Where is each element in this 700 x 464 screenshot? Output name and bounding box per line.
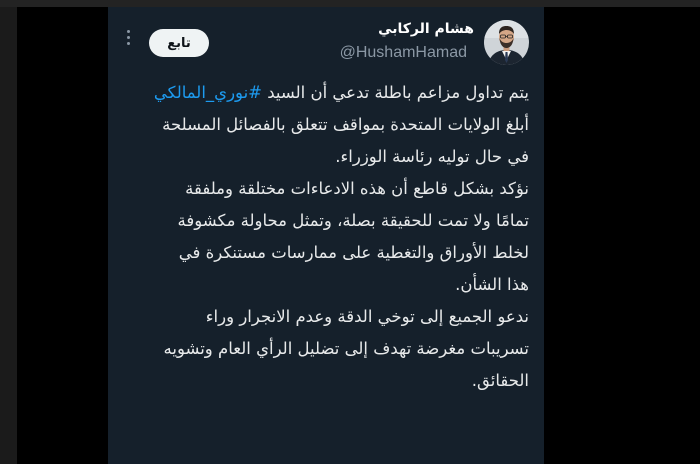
- tweet-line: الحقائق.: [471, 371, 529, 390]
- left-panel-edge: [0, 7, 17, 464]
- tweet-line: هذا الشأن.: [455, 275, 529, 294]
- window-top-edge: [0, 0, 700, 7]
- tweet-line: تمامًا ولا تمت للحقيقة بصلة، وتمثل محاول…: [177, 211, 529, 230]
- more-vertical-icon[interactable]: [125, 30, 131, 50]
- tweet-line-1: يتم تداول مزاعم باطلة تدعي أن السيد #نور…: [119, 77, 529, 109]
- hashtag-link[interactable]: #نوري_المالكي: [154, 83, 262, 102]
- author-avatar[interactable]: [484, 20, 529, 65]
- tweet-line-1-text: يتم تداول مزاعم باطلة تدعي أن السيد: [262, 83, 529, 102]
- follow-button[interactable]: تابع: [149, 29, 209, 57]
- tweet-line: ندعو الجميع إلى توخي الدقة وعدم الانجرار…: [205, 307, 529, 326]
- profile-photo-icon: [484, 20, 529, 65]
- tweet-line: أبلغ الولايات المتحدة بمواقف تتعلق بالفص…: [162, 115, 529, 134]
- tweet-line: تسريبات مغرضة تهدف إلى تضليل الرأي العام…: [163, 339, 529, 358]
- tweet-line: نؤكد بشكل قاطع أن هذه الادعاءات مختلقة و…: [185, 179, 529, 198]
- author-name[interactable]: هشام الركابي: [378, 21, 474, 37]
- tweet-text: يتم تداول مزاعم باطلة تدعي أن السيد #نور…: [119, 77, 529, 397]
- tweet-line: لخلط الأوراق والتغطية على ممارسات مستنكر…: [178, 243, 529, 262]
- author-handle[interactable]: @HushamHamad: [340, 44, 467, 62]
- tweet-card: هشام الركابي @HushamHamad تابع يتم تداول…: [108, 7, 544, 464]
- tweet-line: في حال توليه رئاسة الوزراء.: [335, 147, 529, 166]
